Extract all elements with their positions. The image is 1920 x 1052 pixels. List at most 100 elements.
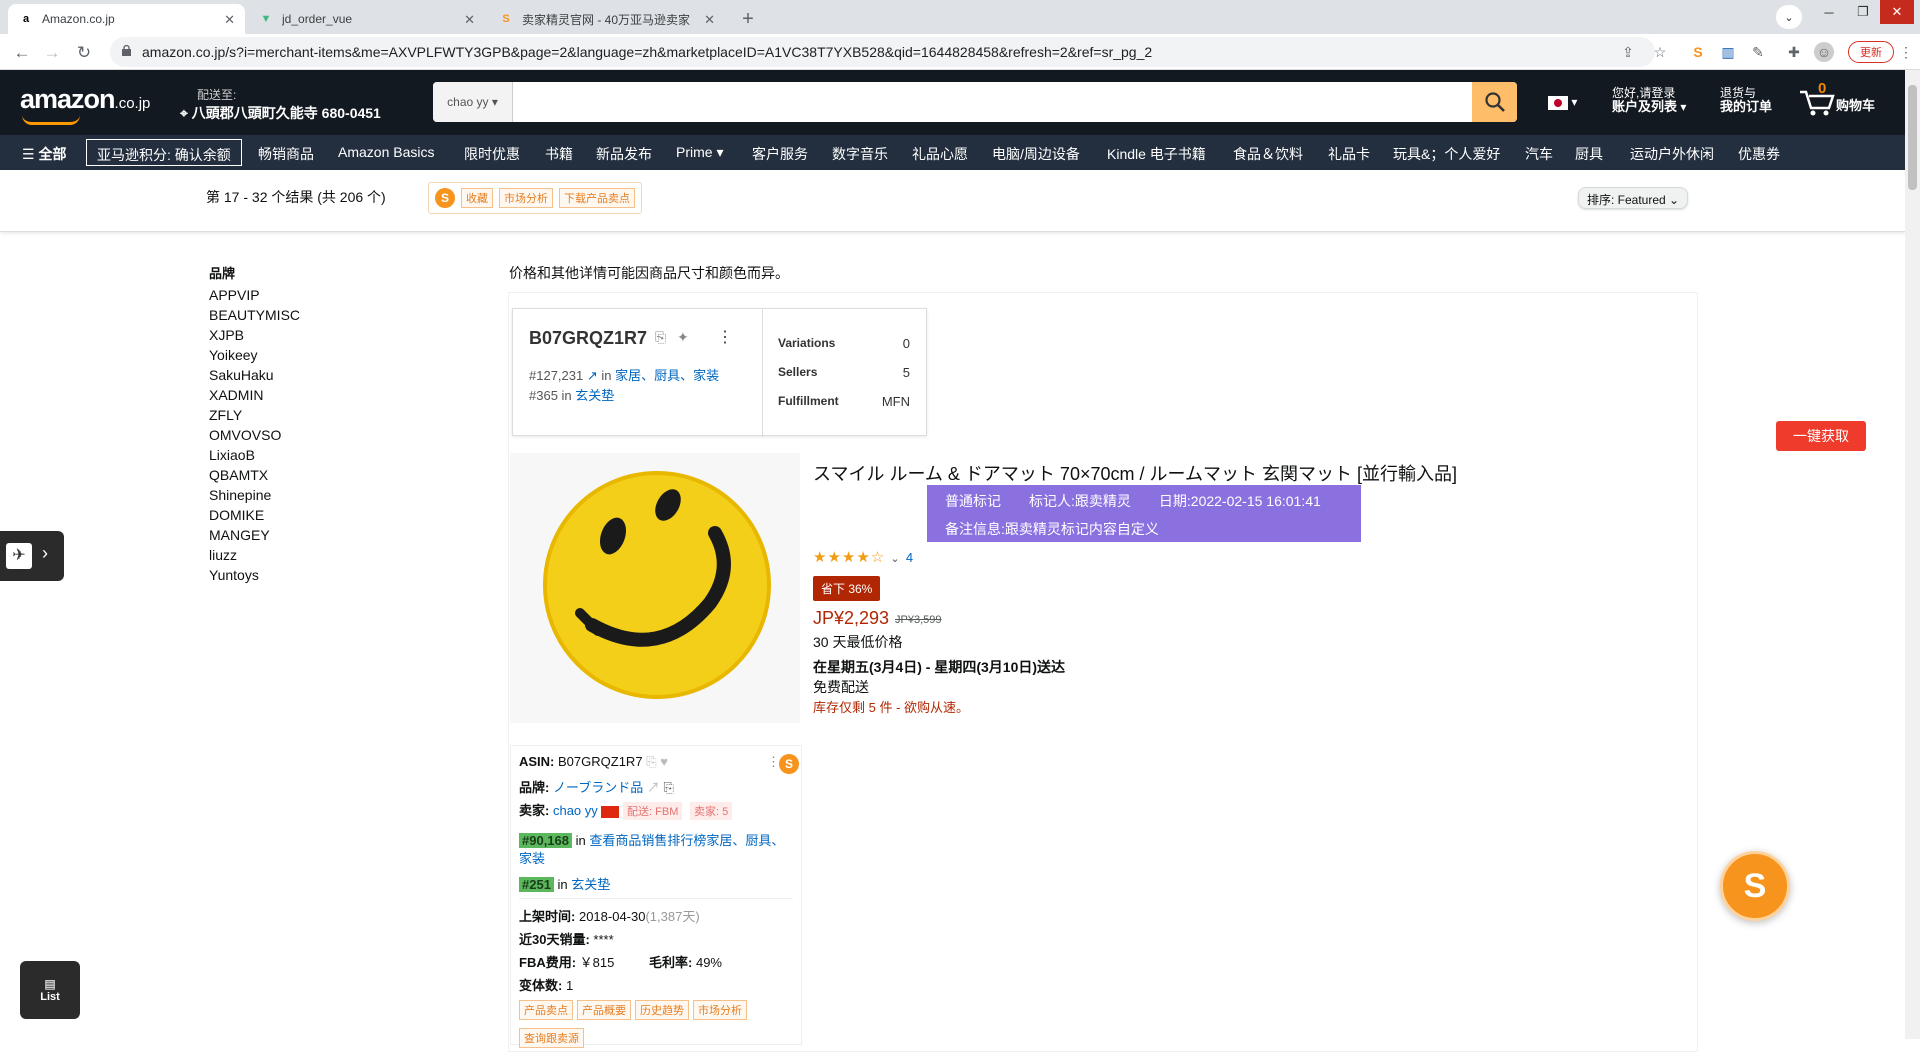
- brand-filter-item[interactable]: APPVIP: [209, 287, 260, 303]
- nav-item[interactable]: 礼品卡: [1328, 144, 1370, 164]
- reload-icon[interactable]: ↻: [72, 41, 96, 65]
- nav-item[interactable]: 电脑/周边设备: [992, 144, 1080, 164]
- close-icon[interactable]: ✕: [704, 12, 715, 28]
- brand-filter-item[interactable]: XADMIN: [209, 387, 263, 403]
- nav-item[interactable]: 限时优惠: [464, 144, 520, 164]
- history-trend-chip[interactable]: 历史趋势: [635, 1000, 689, 1020]
- tab-jd-order[interactable]: ▼ jd_order_vue ✕: [248, 4, 485, 34]
- menu-dots-icon[interactable]: ⋮: [1896, 42, 1916, 62]
- brand-filter-item[interactable]: liuzz: [209, 547, 237, 563]
- more-dots-icon[interactable]: ⋮: [717, 327, 733, 347]
- copy-icon[interactable]: ⎘: [646, 754, 656, 769]
- market-analysis-chip[interactable]: 市场分析: [693, 1000, 747, 1020]
- overview-chip[interactable]: 产品概要: [577, 1000, 631, 1020]
- pin-icon[interactable]: ✦: [677, 329, 689, 346]
- new-tab-button[interactable]: +: [735, 6, 761, 32]
- sellersprite-extension-icon[interactable]: S: [1688, 42, 1708, 62]
- nav-item[interactable]: 优惠券: [1738, 144, 1780, 164]
- one-click-grab-button[interactable]: 一键获取: [1776, 421, 1866, 451]
- copy-icon[interactable]: ⎘: [663, 780, 673, 795]
- update-button[interactable]: 更新: [1848, 41, 1894, 63]
- category-2-link[interactable]: 玄关垫: [575, 388, 614, 403]
- nav-item[interactable]: 书籍: [545, 144, 573, 164]
- points-balance-link[interactable]: 亚马逊积分: 确认余额: [86, 139, 242, 166]
- favorite-chip[interactable]: 收藏: [461, 188, 493, 208]
- back-icon[interactable]: ←: [10, 41, 34, 65]
- all-menu[interactable]: ☰ 全部: [22, 144, 66, 164]
- sellersprite-logo-icon[interactable]: S: [779, 754, 799, 774]
- list-button[interactable]: ▤ List: [20, 961, 80, 1019]
- brand-filter-item[interactable]: LixiaoB: [209, 447, 255, 463]
- nav-item[interactable]: Kindle 电子书籍: [1107, 144, 1206, 164]
- close-icon[interactable]: ✕: [464, 12, 475, 28]
- search-dept-select[interactable]: chao yy ▾: [433, 82, 513, 122]
- nav-item[interactable]: 汽车: [1525, 144, 1553, 164]
- follow-source-chip[interactable]: 查询跟卖源: [519, 1028, 584, 1048]
- sellers-value[interactable]: 5: [903, 365, 910, 380]
- share-icon[interactable]: ⇪: [1618, 42, 1638, 62]
- nav-item[interactable]: 厨具: [1575, 144, 1603, 164]
- brand-filter-item[interactable]: SakuHaku: [209, 367, 274, 383]
- minimize-icon[interactable]: ─: [1812, 0, 1846, 24]
- nav-item-prime[interactable]: Prime ▾: [676, 144, 723, 161]
- search-button[interactable]: [1472, 82, 1517, 122]
- nav-item[interactable]: 礼品心愿: [912, 144, 968, 164]
- product-image[interactable]: [510, 453, 800, 723]
- nav-item[interactable]: 食品＆饮料: [1233, 144, 1303, 164]
- profile-avatar[interactable]: ☺: [1814, 42, 1834, 62]
- download-selling-points-chip[interactable]: 下载产品卖点: [559, 188, 635, 208]
- brand-filter-item[interactable]: MANGEY: [209, 527, 270, 543]
- search-input[interactable]: [513, 82, 1472, 122]
- sellersprite-float-button[interactable]: S: [1720, 851, 1790, 921]
- trend-chart-icon[interactable]: ↗: [587, 368, 598, 383]
- restore-icon[interactable]: ❐: [1846, 0, 1880, 24]
- rating-count[interactable]: 4: [906, 550, 914, 565]
- amazon-logo[interactable]: amazon.co.jp: [20, 84, 150, 125]
- heart-icon[interactable]: ♥: [660, 754, 668, 769]
- market-analysis-chip[interactable]: 市场分析: [499, 188, 553, 208]
- bookmark-star-icon[interactable]: ☆: [1650, 42, 1670, 62]
- nav-item[interactable]: 畅销商品: [258, 144, 314, 164]
- chart-extension-icon[interactable]: ▥: [1718, 42, 1738, 62]
- nav-item[interactable]: 新品发布: [596, 144, 652, 164]
- nav-item[interactable]: 数字音乐: [832, 144, 888, 164]
- more-dots-icon[interactable]: ⋮: [767, 754, 780, 770]
- brand-filter-item[interactable]: DOMIKE: [209, 507, 264, 523]
- puzzle-icon[interactable]: ✚: [1784, 42, 1804, 62]
- close-icon[interactable]: ✕: [224, 12, 235, 28]
- tab-sellersprite[interactable]: S 卖家精灵官网 - 40万亚马逊卖家 ✕: [488, 4, 725, 34]
- brand-filter-item[interactable]: OMVOVSO: [209, 427, 281, 443]
- copy-icon[interactable]: ⎘: [655, 329, 666, 346]
- seller-link[interactable]: chao yy: [553, 803, 598, 818]
- tab-amazon[interactable]: a Amazon.co.jp ✕: [8, 4, 245, 34]
- language-flag[interactable]: ▾: [1548, 95, 1577, 110]
- nav-item[interactable]: Amazon Basics: [338, 144, 434, 160]
- page-scrollbar[interactable]: [1905, 70, 1920, 1039]
- brand-filter-item[interactable]: XJPB: [209, 327, 244, 343]
- tab-search-icon[interactable]: ⌄: [1776, 5, 1802, 29]
- selling-points-chip[interactable]: 产品卖点: [519, 1000, 573, 1020]
- brand-filter-item[interactable]: Yuntoys: [209, 567, 259, 583]
- nav-item[interactable]: 运动户外休闲: [1630, 144, 1714, 164]
- brand-filter-item[interactable]: BEAUTYMISC: [209, 307, 300, 323]
- window-close-icon[interactable]: ✕: [1880, 0, 1914, 24]
- brand-filter-item[interactable]: Yoikeey: [209, 347, 258, 363]
- brand-filter-item[interactable]: QBAMTX: [209, 467, 268, 483]
- nav-item[interactable]: 客户服务: [752, 144, 808, 164]
- deliver-to[interactable]: 配送至: ⌖ 八頭郡八頭町久能寺 680-0451: [180, 86, 381, 123]
- address-bar[interactable]: amazon.co.jp/s?i=merchant-items&me=AXVPL…: [110, 37, 1655, 67]
- bsr-2-link[interactable]: 玄关垫: [571, 877, 610, 892]
- extension-icon[interactable]: ✎: [1748, 42, 1768, 62]
- category-1-link[interactable]: 家居、厨具、家装: [615, 368, 719, 383]
- brand-filter-item[interactable]: Shinepine: [209, 487, 271, 503]
- nav-item[interactable]: 玩具&；个人爱好: [1393, 144, 1500, 164]
- scrollbar-thumb[interactable]: [1908, 85, 1917, 190]
- brand-link[interactable]: ノーブランド品: [553, 780, 643, 795]
- sort-dropdown[interactable]: 排序: Featured ⌄: [1578, 187, 1689, 209]
- orders-link[interactable]: 退货与 我的订单: [1720, 86, 1772, 114]
- side-drawer-tab[interactable]: ✈ ›: [0, 531, 64, 581]
- rating-stars[interactable]: ★★★★☆ ⌄ 4: [813, 548, 914, 566]
- brand-filter-item[interactable]: ZFLY: [209, 407, 242, 423]
- account-menu[interactable]: 您好,请登录 账户及列表 ▾: [1612, 86, 1686, 114]
- product-title[interactable]: スマイル ルーム & ドアマット 70×70cm / ルームマット 玄関マット …: [813, 460, 1457, 486]
